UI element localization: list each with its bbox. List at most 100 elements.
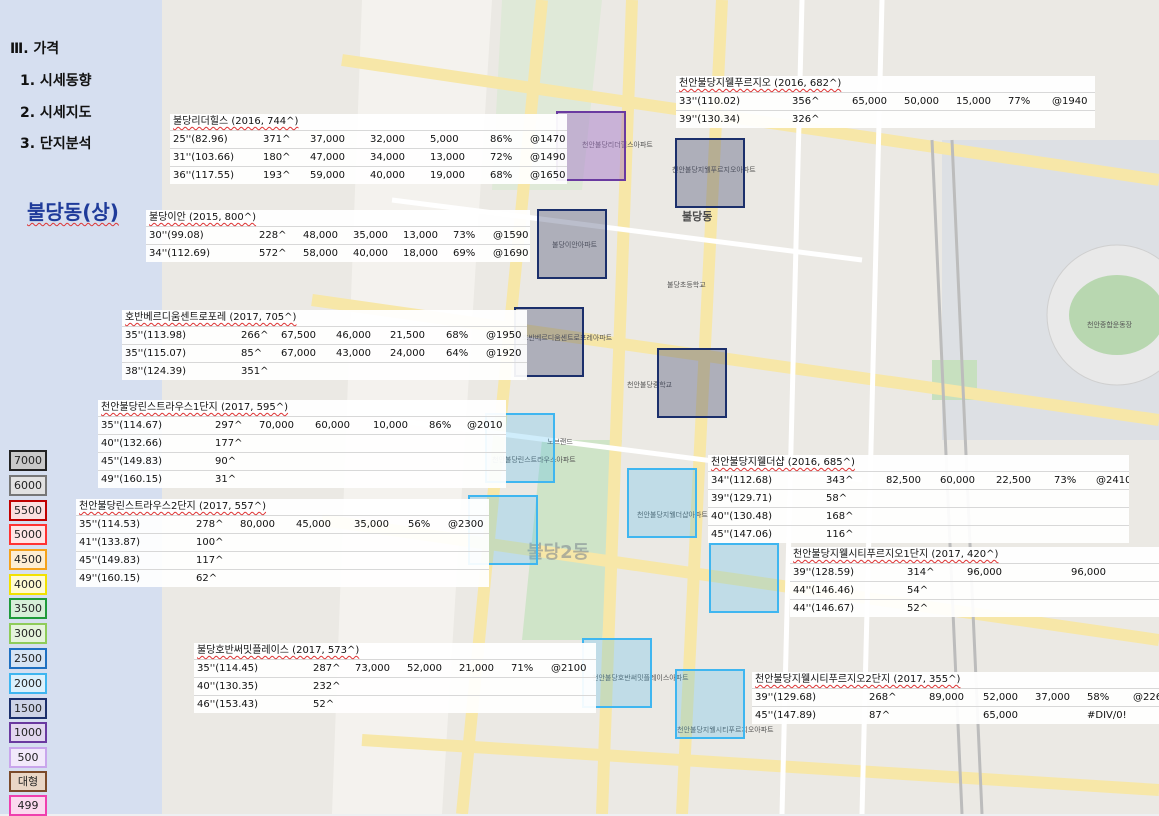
complex-title: 천안불당지웰시티푸르지오2단지 (2017, 355^) (752, 672, 1159, 688)
table-cell (1116, 600, 1159, 617)
table-cell (926, 707, 980, 724)
table-cell: 177^ (215, 438, 243, 449)
table-row: 35''(115.07) 85^ 67,000 43,000 24,000 64% @192… (122, 344, 527, 362)
table-cell: 35''(114.45) (197, 663, 259, 674)
complex-title: 불당리더힐스 (2016, 744^) (170, 114, 567, 130)
complex-marker-sky[interactable] (657, 348, 727, 418)
table-cell: 22,500 (996, 475, 1031, 486)
complex-marker-jiwell-thesharp[interactable] (627, 468, 697, 538)
table-row: 40''(130.35) 232^ (194, 677, 596, 695)
table-cell: 39''(130.34) (679, 114, 741, 125)
table-cell: 54^ (907, 585, 929, 596)
table-cell: 45''(149.83) (79, 555, 141, 566)
legend-item: 대형 (9, 771, 47, 792)
table-row: 49''(160.15) 31^ (98, 470, 506, 488)
table-cell: 86% (429, 420, 452, 431)
complex-info: 호반베르디움센트로포레 (2017, 705^) 35''(113.98) 266^… (122, 310, 527, 380)
table-cell: @2260 (1133, 692, 1159, 703)
table-cell (370, 453, 426, 470)
table-row: 40''(132.66) 177^ (98, 434, 506, 452)
table-cell: 36''(117.55) (173, 170, 235, 181)
table-cell: 44''(146.46) (793, 585, 855, 596)
table-row: 44''(146.67) 52^ (790, 599, 1159, 617)
table-cell (237, 534, 293, 551)
table-cell (508, 678, 548, 695)
table-cell (370, 435, 426, 452)
table-cell: 180^ (263, 152, 291, 163)
table-cell (993, 490, 1051, 507)
table-cell (464, 453, 506, 470)
table-cell: 68% (446, 330, 469, 341)
table-cell: 85^ (241, 348, 263, 359)
table-row: 45''(149.83) 117^ (76, 551, 489, 569)
table-cell: @1950 (486, 330, 522, 341)
table-cell: 21,000 (459, 663, 494, 674)
table-cell: 232^ (313, 681, 341, 692)
table-cell (404, 696, 456, 713)
table-cell: 193^ (263, 170, 291, 181)
legend-item: 6000 (9, 475, 47, 496)
table-cell: 58,000 (303, 248, 338, 259)
legend-item: 2500 (9, 648, 47, 669)
table-cell (370, 471, 426, 488)
complex-info: 불당이안 (2015, 800^) 30''(99.08) 228^ 48,000 35… (146, 210, 530, 262)
complex-marker-jiwellcity2[interactable] (675, 669, 745, 739)
table-cell: 67,000 (281, 348, 316, 359)
table-cell: 86% (490, 134, 513, 145)
complex-title: 호반베르디움센트로포레 (2017, 705^) (122, 310, 527, 326)
nav-item-price-map[interactable]: 2. 시세지도 (20, 102, 91, 122)
table-cell (387, 363, 443, 380)
table-cell (1130, 707, 1159, 724)
table-cell (464, 471, 506, 488)
complex-info: 불당호반써밋플레이스 (2017, 573^) 35''(114.45) 287^ 7… (194, 643, 596, 713)
table-cell: 77% (1008, 96, 1031, 107)
table-row: 25''(82.96) 371^ 37,000 32,000 5,000 86% @1470 (170, 130, 567, 148)
table-cell (464, 435, 506, 452)
table-cell: 13,000 (403, 230, 438, 241)
table-cell: 314^ (907, 567, 935, 578)
table-cell: 62^ (196, 573, 218, 584)
table-cell (1068, 582, 1116, 599)
table-cell (1005, 111, 1049, 128)
table-row: 31''(103.66) 180^ 47,000 34,000 13,000 72% @14… (170, 148, 567, 166)
nav-item-complex-analysis[interactable]: 3. 단지분석 (20, 133, 91, 153)
nav-item-price-trend[interactable]: 1. 시세동향 (20, 70, 91, 90)
section-title: Ⅲ. 가격 (10, 41, 60, 57)
table-cell: 32,000 (370, 134, 405, 145)
table-cell (352, 678, 404, 695)
area-title: 불당동(상) (27, 200, 119, 224)
table-cell: 38''(124.39) (125, 366, 187, 377)
complex-marker-ian[interactable] (537, 209, 607, 279)
legend-item: 4500 (9, 549, 47, 570)
legend-item: 4000 (9, 574, 47, 595)
table-cell: 70,000 (259, 420, 294, 431)
table-cell: 60,000 (315, 420, 350, 431)
table-cell: 35''(115.07) (125, 348, 187, 359)
table-cell: 68% (490, 170, 513, 181)
complex-title: 불당이안 (2015, 800^) (146, 210, 530, 226)
table-cell: 30''(99.08) (149, 230, 204, 241)
complex-marker-jiwellcity1[interactable] (709, 543, 779, 613)
table-cell: 19,000 (430, 170, 465, 181)
table-cell: 72% (490, 152, 513, 163)
table-row: 39''(129.68) 268^ 89,000 52,000 37,000 58% @22… (752, 688, 1159, 706)
table-row: 49''(160.15) 62^ (76, 569, 489, 587)
table-cell: 100^ (196, 537, 224, 548)
complex-info: 천안불당지웰시티푸르지오2단지 (2017, 355^) 39''(129.68)… (752, 672, 1159, 724)
table-cell (849, 111, 901, 128)
complex-marker-jiwell-prugio[interactable] (675, 138, 745, 208)
table-cell: 39''(129.71) (711, 493, 773, 504)
table-row: 39''(128.59)314^96,00096,000@2460 (790, 563, 1159, 581)
complex-title: 불당호반써밋플레이스 (2017, 573^) (194, 643, 596, 659)
table-cell (293, 570, 351, 587)
table-cell: 80,000 (240, 519, 275, 530)
table-cell: 50,000 (904, 96, 939, 107)
table-cell (405, 570, 445, 587)
complex-title: 천안불당지웰시티푸르지오1단지 (2017, 420^) (790, 547, 1159, 563)
table-cell (1093, 490, 1129, 507)
table-cell: 69% (453, 248, 476, 259)
table-cell (1051, 490, 1093, 507)
table-cell (883, 490, 937, 507)
table-cell: 65,000 (852, 96, 887, 107)
table-cell: 228^ (259, 230, 287, 241)
